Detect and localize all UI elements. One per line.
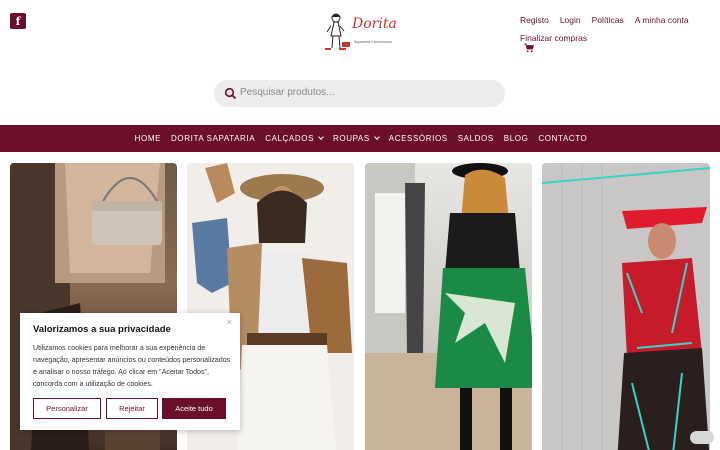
logo-wordmark: Dorita	[352, 16, 397, 32]
nav-item-blog[interactable]: BLOG	[504, 134, 529, 143]
nav-item-contacto[interactable]: CONTACTO	[538, 134, 587, 143]
nav-item-calcados[interactable]: CALÇADOS	[265, 134, 324, 143]
red-neon-photo	[542, 163, 710, 450]
nav-item-dorita-sapataria[interactable]: DORITA SAPATARIA	[171, 134, 255, 143]
account-links: Registo Login Políticas A minha conta Fi…	[520, 15, 710, 43]
nav-item-label: ROUPAS	[333, 134, 370, 143]
customize-button[interactable]: Personalizar	[33, 398, 101, 419]
chevron-down-icon	[373, 134, 380, 140]
nav-item-label: HOME	[134, 134, 162, 143]
link-my-account[interactable]: A minha conta	[635, 15, 689, 25]
nav-item-roupas[interactable]: ROUPAS	[333, 134, 380, 143]
cookie-consent-dialog: Valorizamos a sua privacidade × Utilizam…	[20, 313, 240, 430]
nav-item-saldos[interactable]: SALDOS	[458, 134, 494, 143]
nav-item-label: CALÇADOS	[265, 134, 314, 143]
link-checkout[interactable]: Finalizar compras	[520, 33, 710, 43]
page: f Dorita Sapataria e Acessórios Registo …	[0, 0, 720, 450]
street-style-photo	[365, 163, 532, 450]
facebook-icon[interactable]: f	[10, 13, 26, 29]
product-search[interactable]: Pesquisar produtos...	[214, 80, 505, 107]
cart-icon[interactable]	[524, 43, 534, 53]
nav-item-label: ACESSÓRIOS	[388, 134, 448, 143]
photo-tile-street-style[interactable]	[365, 163, 532, 450]
cookie-text: Utilizamos cookies para melhorar a sua e…	[33, 344, 231, 388]
main-navigation: HOME DORITA SAPATARIA CALÇADOS ROUPAS AC…	[0, 125, 720, 152]
link-politicas[interactable]: Políticas	[592, 15, 624, 25]
cookie-title: Valorizamos a sua privacidade	[33, 324, 171, 335]
link-login[interactable]: Login	[560, 15, 581, 25]
accessibility-toggle[interactable]	[690, 431, 714, 444]
nav-item-home[interactable]: HOME	[135, 134, 161, 143]
reject-button[interactable]: Rejeitar	[106, 398, 158, 419]
chevron-down-icon	[318, 134, 324, 140]
logo-figure-icon	[325, 13, 350, 50]
nav-item-label: SALDOS	[457, 134, 494, 143]
nav-item-label: BLOG	[503, 134, 529, 143]
logo-tagline: Sapataria e Acessórios	[354, 40, 392, 44]
site-logo[interactable]: Dorita Sapataria e Acessórios	[322, 10, 398, 58]
accept-all-button[interactable]: Aceite tudo	[162, 398, 226, 419]
nav-item-acessorios[interactable]: ACESSÓRIOS	[389, 134, 448, 143]
nav-item-label: DORITA SAPATARIA	[171, 134, 256, 143]
nav-item-label: CONTACTO	[538, 134, 588, 143]
search-icon[interactable]	[224, 87, 237, 100]
link-registo[interactable]: Registo	[520, 15, 549, 25]
close-icon[interactable]: ×	[227, 317, 232, 327]
search-input[interactable]: Pesquisar produtos...	[240, 87, 335, 98]
photo-tile-red-neon[interactable]	[542, 163, 710, 450]
